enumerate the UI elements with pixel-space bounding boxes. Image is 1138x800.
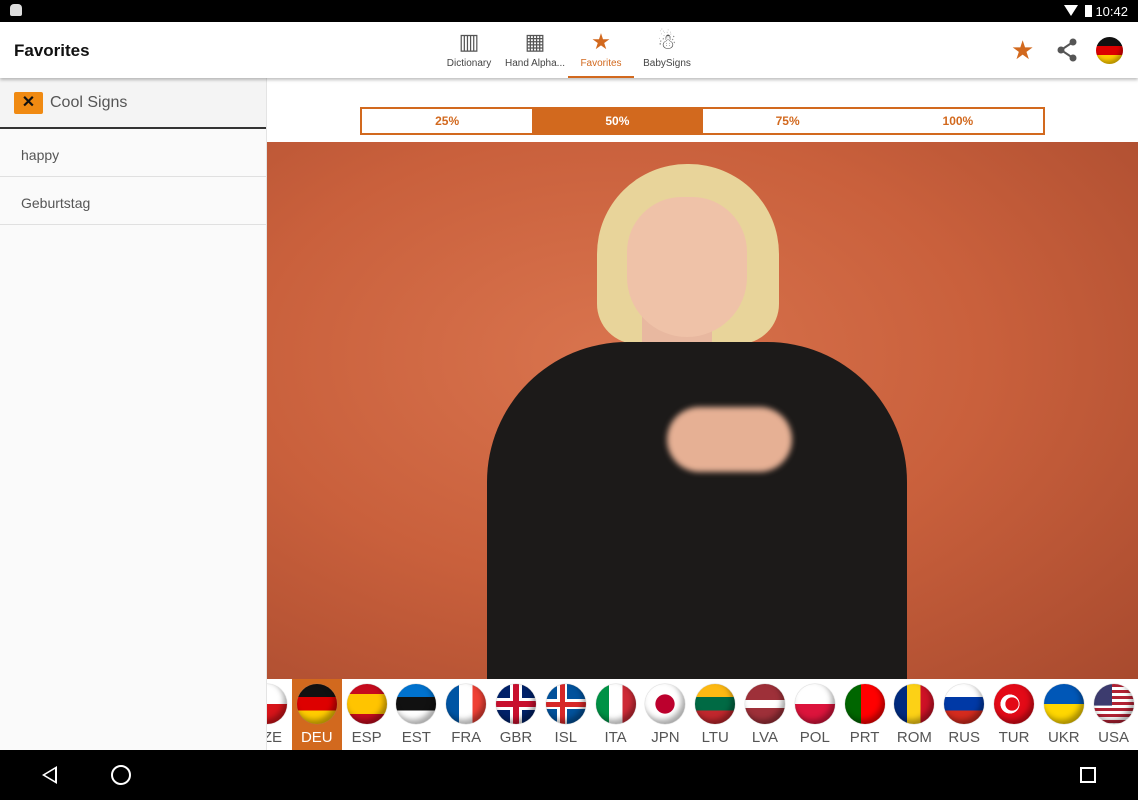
est-flag-icon bbox=[396, 684, 437, 724]
language-lva[interactable]: LVA bbox=[740, 679, 790, 750]
video-person-hands bbox=[667, 407, 792, 472]
baby-icon: ☃ bbox=[657, 29, 677, 54]
speed-100[interactable]: 100% bbox=[873, 109, 1043, 133]
language-code: EST bbox=[401, 729, 431, 746]
list-item[interactable]: Geburtstag bbox=[0, 177, 266, 225]
clock: 10:42 bbox=[1095, 4, 1128, 19]
ltu-flag-icon bbox=[695, 684, 736, 724]
star-icon: ★ bbox=[591, 29, 611, 54]
tab-babysigns[interactable]: ☃ BabySigns bbox=[634, 22, 700, 78]
jpn-flag-icon bbox=[645, 684, 686, 724]
book-icon: ▥ bbox=[458, 29, 480, 54]
language-code: ITA bbox=[604, 729, 627, 746]
battery-icon bbox=[1085, 5, 1092, 17]
language-est[interactable]: EST bbox=[391, 679, 441, 750]
language-ita[interactable]: ITA bbox=[591, 679, 641, 750]
rom-flag-icon bbox=[894, 684, 935, 724]
lva-flag-icon bbox=[745, 684, 785, 724]
language-code: FRA bbox=[451, 729, 482, 746]
isl-flag-icon bbox=[545, 684, 586, 724]
language-code: POL bbox=[799, 729, 830, 746]
tab-favorites[interactable]: ★ Favorites bbox=[568, 22, 634, 78]
language-deu[interactable]: DEU bbox=[291, 679, 342, 750]
prt-flag-icon bbox=[844, 684, 885, 724]
language-tur[interactable]: TUR bbox=[989, 679, 1039, 750]
language-code: RUS bbox=[948, 729, 981, 746]
favorites-sidebar: ✕ Cool Signs happy Geburtstag bbox=[0, 78, 267, 750]
favorite-star-button[interactable]: ★ bbox=[1011, 36, 1034, 64]
language-pol[interactable]: POL bbox=[790, 679, 840, 750]
android-icon bbox=[10, 4, 22, 16]
home-icon[interactable] bbox=[111, 765, 131, 785]
recents-icon[interactable] bbox=[1080, 767, 1096, 783]
language-prt[interactable]: PRT bbox=[840, 679, 890, 750]
language-code: GBR bbox=[499, 729, 533, 746]
folder-header[interactable]: ✕ Cool Signs bbox=[0, 78, 266, 129]
tab-hand-alphabet[interactable]: ▦ Hand Alpha... bbox=[502, 22, 568, 78]
app-bar: Favorites ▥ Dictionary ▦ Hand Alpha... ★ Fa… bbox=[0, 22, 1138, 78]
language-code: USA bbox=[1098, 729, 1130, 746]
language-flag-button[interactable] bbox=[1096, 37, 1123, 64]
language-code: JPN bbox=[651, 729, 680, 746]
pol-flag-icon bbox=[794, 684, 835, 724]
language-ukr[interactable]: UKR bbox=[1039, 679, 1089, 750]
speed-75[interactable]: 75% bbox=[703, 109, 873, 133]
speed-25[interactable]: 25% bbox=[362, 109, 532, 133]
language-rus[interactable]: RUS bbox=[939, 679, 989, 750]
deu-flag-icon bbox=[296, 684, 337, 724]
ukr-flag-icon bbox=[1043, 684, 1084, 724]
video-person-face bbox=[627, 197, 747, 337]
language-ltu[interactable]: LTU bbox=[690, 679, 740, 750]
language-rom[interactable]: ROM bbox=[889, 679, 939, 750]
language-selector: CZE DEU ESP EST FRA GBR ISL ITA JPN LTU LVA POL PRT R… bbox=[267, 679, 1138, 750]
language-fra[interactable]: FRA bbox=[441, 679, 491, 750]
language-code: LTU bbox=[701, 729, 729, 746]
video-person-body bbox=[487, 342, 907, 679]
tab-bar: ▥ Dictionary ▦ Hand Alpha... ★ Favorites ☃ B… bbox=[436, 22, 700, 78]
language-gbr[interactable]: GBR bbox=[491, 679, 541, 750]
language-code: CZE bbox=[267, 729, 282, 746]
language-cze[interactable]: CZE bbox=[267, 679, 292, 750]
playback-speed-selector: 25% 50% 75% 100% bbox=[360, 107, 1045, 135]
gbr-flag-icon bbox=[496, 684, 536, 724]
blocks-icon: ▦ bbox=[524, 29, 546, 54]
tab-dictionary[interactable]: ▥ Dictionary bbox=[436, 22, 502, 78]
list-item[interactable]: happy bbox=[0, 129, 266, 177]
language-code: DEU bbox=[300, 729, 333, 746]
usa-flag-icon bbox=[1093, 684, 1134, 724]
page-title: Favorites bbox=[14, 41, 90, 60]
tur-flag-icon bbox=[994, 684, 1034, 724]
esp-flag-icon bbox=[346, 684, 387, 724]
share-icon[interactable] bbox=[1056, 38, 1078, 62]
ita-flag-icon bbox=[595, 684, 636, 724]
wifi-icon bbox=[1064, 5, 1078, 16]
language-code: PRT bbox=[849, 729, 880, 746]
language-usa[interactable]: USA bbox=[1089, 679, 1138, 750]
rus-flag-icon bbox=[944, 684, 985, 724]
folder-icon: ✕ bbox=[14, 92, 43, 114]
back-icon[interactable] bbox=[42, 766, 57, 784]
language-code: UKR bbox=[1047, 729, 1080, 746]
folder-name: Cool Signs bbox=[50, 94, 128, 111]
sign-video[interactable] bbox=[267, 142, 1138, 679]
language-isl[interactable]: ISL bbox=[541, 679, 591, 750]
language-code: TUR bbox=[998, 729, 1030, 746]
language-code: ISL bbox=[554, 729, 578, 746]
language-code: LVA bbox=[751, 729, 779, 746]
status-bar: 10:42 bbox=[0, 0, 1138, 22]
fra-flag-icon bbox=[446, 684, 487, 724]
navigation-bar bbox=[0, 750, 1138, 800]
language-code: ROM bbox=[896, 729, 932, 746]
language-jpn[interactable]: JPN bbox=[640, 679, 690, 750]
language-esp[interactable]: ESP bbox=[342, 679, 392, 750]
speed-50[interactable]: 50% bbox=[532, 109, 703, 133]
cze-flag-icon bbox=[267, 684, 287, 724]
language-code: ESP bbox=[351, 729, 382, 746]
